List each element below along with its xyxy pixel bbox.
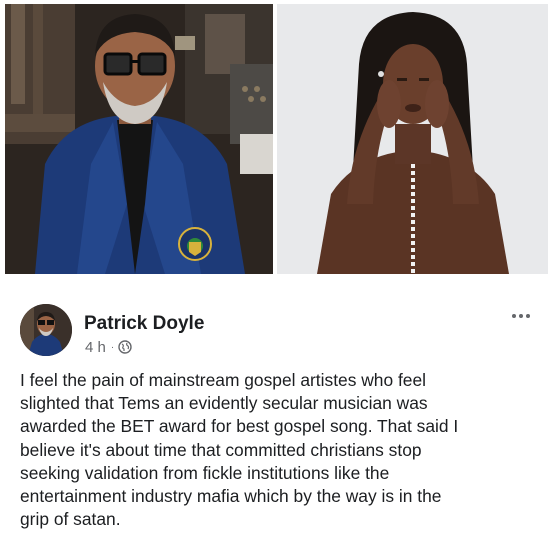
photo-woman-portrait[interactable] <box>277 4 548 274</box>
author-name[interactable]: Patrick Doyle <box>84 313 204 335</box>
post-text-line: awarded the BET award for best gospel so… <box>20 416 459 437</box>
post-header: Patrick Doyle 4 h · <box>0 276 554 360</box>
photo-man-blazer[interactable] <box>5 4 273 274</box>
author-avatar[interactable] <box>20 304 72 356</box>
post-timestamp[interactable]: 4 h <box>85 339 106 356</box>
post-text-line: I feel the pain of mainstream gospel art… <box>20 370 426 390</box>
post-meta: 4 h · <box>85 338 132 356</box>
post-text-line: entertainment industry mafia which by th… <box>20 486 442 507</box>
post-media <box>0 0 554 276</box>
post-text-line: grip of satan. <box>20 509 121 530</box>
post-text-line: slighted that Tems an evidently secular … <box>20 393 428 414</box>
post-text-line: seeking validation from fickle instituti… <box>20 462 390 483</box>
globe-icon[interactable] <box>118 340 132 354</box>
meta-separator: · <box>110 341 115 353</box>
more-horizontal-icon <box>512 314 516 318</box>
post-text: I feel the pain of mainstream gospel art… <box>20 369 540 531</box>
more-options-button[interactable] <box>508 306 534 326</box>
post-text-line: believe it's about time that committed c… <box>20 439 422 460</box>
